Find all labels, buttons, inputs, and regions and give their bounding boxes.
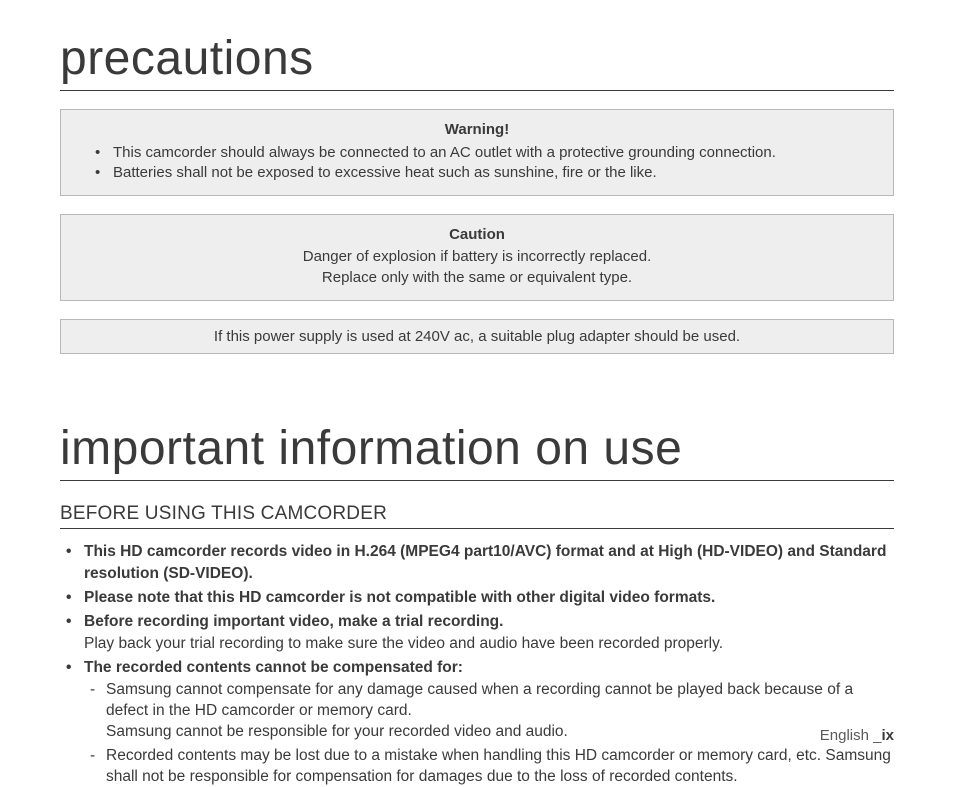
item-bold-text: This HD camcorder records video in H.264… bbox=[84, 543, 886, 581]
item-bold-text: Before recording important video, make a… bbox=[84, 613, 503, 630]
sublist: Samsung cannot compensate for any damage… bbox=[84, 679, 894, 787]
caution-line: Danger of explosion if battery is incorr… bbox=[83, 247, 871, 267]
note-box: If this power supply is used at 240V ac,… bbox=[60, 319, 894, 354]
item-normal-text: Play back your trial recording to make s… bbox=[84, 635, 723, 652]
item-bold-text: Please note that this HD camcorder is no… bbox=[84, 589, 715, 606]
item-bold-text: The recorded contents cannot be compensa… bbox=[84, 659, 463, 676]
before-using-subheading: BEFORE USING THIS CAMCORDER bbox=[60, 503, 894, 529]
footer-lang: English _ bbox=[820, 727, 882, 744]
page-footer: English _ix bbox=[820, 727, 894, 744]
important-info-heading: important information on use bbox=[60, 424, 894, 481]
warning-item: Batteries shall not be exposed to excess… bbox=[113, 163, 871, 183]
warning-box: Warning! This camcorder should always be… bbox=[60, 109, 894, 196]
list-item: The recorded contents cannot be compensa… bbox=[84, 657, 894, 787]
caution-box: Caution Danger of explosion if battery i… bbox=[60, 214, 894, 301]
precautions-heading: precautions bbox=[60, 34, 894, 91]
footer-page-number: ix bbox=[881, 727, 894, 744]
caution-title: Caution bbox=[83, 225, 871, 245]
warning-item: This camcorder should always be connecte… bbox=[113, 143, 871, 163]
caution-line: Replace only with the same or equivalent… bbox=[83, 268, 871, 288]
warning-list: This camcorder should always be connecte… bbox=[83, 143, 871, 184]
warning-title: Warning! bbox=[83, 120, 871, 140]
list-item: This HD camcorder records video in H.264… bbox=[84, 541, 894, 584]
list-item: Before recording important video, make a… bbox=[84, 611, 894, 654]
sublist-item: Samsung cannot compensate for any damage… bbox=[106, 679, 894, 743]
list-item: Please note that this HD camcorder is no… bbox=[84, 587, 894, 608]
before-using-list: This HD camcorder records video in H.264… bbox=[60, 541, 894, 787]
